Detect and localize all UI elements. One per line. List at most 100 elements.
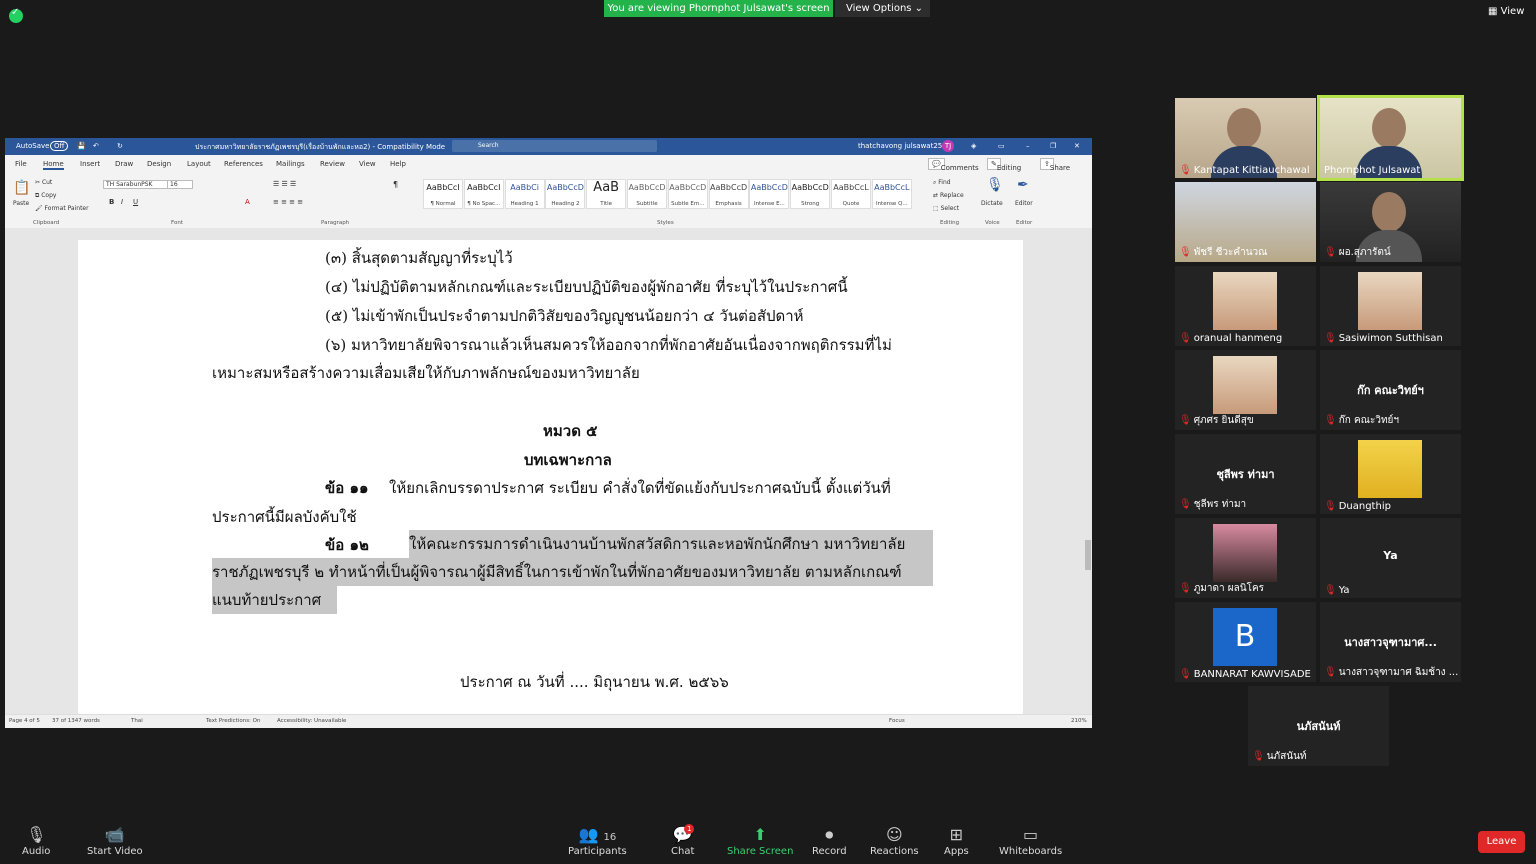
participant-tile[interactable]: 🎙 oranual hanmeng: [1175, 266, 1316, 346]
start-video-button[interactable]: 📹 Start Video: [87, 824, 143, 857]
participant-tile[interactable]: นางสาวจุฑามาศ... 🎙 นางสาวจุฑามาศ ฉิมช้าง .…: [1320, 602, 1461, 682]
participant-tile[interactable]: นภัสนันท์ 🎙 นภัสนันท์: [1248, 686, 1389, 766]
page-count[interactable]: Page 4 of 5: [9, 718, 40, 724]
view-button[interactable]: ▦ View: [1488, 6, 1524, 17]
language[interactable]: Thai: [131, 718, 143, 724]
participant-tile[interactable]: Phornphot Julsawat: [1317, 95, 1464, 181]
style-1[interactable]: AaBbCcI ¶ No Spac...: [463, 179, 504, 209]
close-icon[interactable]: ✕: [1074, 142, 1080, 150]
style-8[interactable]: AaBbCcD Intense E...: [749, 179, 790, 209]
user-avatar[interactable]: TJ: [942, 140, 954, 152]
share-button[interactable]: ⇪ Share: [1040, 158, 1070, 172]
ribbon-display-icon[interactable]: ▭: [998, 142, 1005, 150]
focus-button[interactable]: Focus: [889, 718, 905, 724]
participant-tile[interactable]: B 🎙 BANNARAT KAWVISADE: [1175, 602, 1316, 682]
tab-layout[interactable]: Layout: [187, 160, 211, 168]
undo-icon[interactable]: ↶: [93, 142, 99, 150]
record-button[interactable]: ⏺ Record: [812, 824, 847, 857]
participant-tile[interactable]: ก๊ก คณะวิทย์ฯ 🎙 ก๊ก คณะวิทย์ฯ: [1320, 350, 1461, 430]
microphone-icon[interactable]: 🎙: [986, 177, 1004, 193]
select-button[interactable]: ⬚ Select: [933, 205, 959, 212]
editor-pen-icon[interactable]: ✒: [1017, 177, 1029, 193]
participant-tile[interactable]: 🎙 ภูมาดา ผลนิโคร: [1175, 518, 1316, 598]
find-button[interactable]: ⌕ Find: [933, 179, 951, 187]
participant-tile[interactable]: 🎙 พัชรี ชีวะคำนวณ: [1175, 182, 1316, 262]
tab-insert[interactable]: Insert: [80, 160, 100, 168]
leave-button[interactable]: Leave: [1478, 831, 1525, 853]
dictate-label[interactable]: Dictate: [981, 200, 1003, 207]
audio-button[interactable]: 🎙 Audio: [22, 824, 50, 857]
tab-design[interactable]: Design: [147, 160, 171, 168]
style-4[interactable]: AaB Title: [586, 179, 627, 209]
scrollbar-thumb[interactable]: [1085, 540, 1091, 570]
view-options-button[interactable]: View Options ⌄: [835, 0, 930, 17]
bold-button[interactable]: B: [109, 198, 114, 206]
tab-mailings[interactable]: Mailings: [276, 160, 305, 168]
style-0[interactable]: AaBbCcI ¶ Normal: [423, 179, 463, 209]
font-color-button[interactable]: A: [245, 198, 250, 206]
text-predictions[interactable]: Text Predictions: On: [206, 718, 260, 724]
clause-12-line2-selected[interactable]: ราชภัฏเพชรบุรี ๒ ทำหน้าที่เป็นผู้พิจารณา…: [212, 558, 933, 586]
autosave-toggle[interactable]: Off: [50, 141, 69, 151]
style-10[interactable]: AaBbCcL Quote: [831, 179, 871, 209]
comments-label: Comments: [940, 164, 979, 172]
tab-review[interactable]: Review: [320, 160, 345, 168]
clause-12-line3-selected[interactable]: แนบท้ายประกาศ: [212, 586, 337, 614]
tab-file[interactable]: File: [15, 160, 27, 168]
align-icons[interactable]: ≡ ≡ ≡ ≡: [273, 198, 303, 206]
save-icon[interactable]: 💾: [77, 142, 86, 150]
redo-icon[interactable]: ↻: [117, 142, 123, 150]
participant-tile[interactable]: 🎙 ผอ.สุภารัตน์: [1320, 182, 1461, 262]
style-5[interactable]: AaBbCcD Subtitle: [627, 179, 667, 209]
tab-view[interactable]: View: [359, 160, 376, 168]
pilcrow-icon[interactable]: ¶: [393, 180, 398, 189]
share-screen-button[interactable]: ⬆ Share Screen: [727, 824, 793, 857]
comments-button[interactable]: 💬 Comments: [928, 158, 979, 172]
underline-button[interactable]: U: [133, 198, 138, 206]
style-2[interactable]: AaBbCi Heading 1: [504, 179, 545, 209]
format-painter-button[interactable]: 🖌 Format Painter: [35, 205, 89, 212]
apps-button[interactable]: ⊞ Apps: [944, 824, 969, 857]
style-9[interactable]: AaBbCcD Strong: [790, 179, 831, 209]
restore-icon[interactable]: ❐: [1050, 142, 1056, 150]
cut-button[interactable]: ✂ Cut: [35, 179, 52, 186]
italic-button[interactable]: I: [121, 198, 123, 206]
participant-tile[interactable]: ชุลีพร ท่ามา 🎙 ชุลีพร ท่ามา: [1175, 434, 1316, 514]
style-6[interactable]: AaBbCcD Subtle Em...: [667, 179, 708, 209]
document-page[interactable]: (๓) สิ้นสุดตามสัญญาที่ระบุไว้ (๔) ไม่ปฏิ…: [78, 240, 1023, 714]
font-size-select[interactable]: 16: [167, 180, 193, 189]
vertical-scrollbar[interactable]: [1083, 240, 1092, 714]
accessibility-status[interactable]: Accessibility: Unavailable: [277, 718, 346, 724]
participant-tile[interactable]: 🎙 Sasiwimon Sutthisan: [1320, 266, 1461, 346]
bullets-icon[interactable]: ☰ ☰ ☰: [273, 180, 296, 188]
tab-help[interactable]: Help: [390, 160, 406, 168]
participant-tile[interactable]: Ya 🎙 Ya: [1320, 518, 1461, 598]
style-3[interactable]: AaBbCcD Heading 2: [545, 179, 586, 209]
word-count[interactable]: 37 of 1347 words: [52, 718, 100, 724]
style-11[interactable]: AaBbCcL Intense Q...: [871, 179, 912, 209]
paste-label[interactable]: Paste: [13, 200, 29, 207]
participant-tile[interactable]: 🎙 Duangthip: [1320, 434, 1461, 514]
word-search-box[interactable]: Search: [452, 140, 657, 152]
tab-references[interactable]: References: [224, 160, 263, 168]
clause-12-text-selected[interactable]: ให้คณะกรรมการดำเนินงานบ้านพักสวัสดิการแล…: [409, 530, 933, 558]
whiteboards-button[interactable]: ▭ Whiteboards: [999, 824, 1062, 857]
reactions-button[interactable]: ☺ Reactions: [870, 824, 919, 857]
tab-draw[interactable]: Draw: [115, 160, 133, 168]
replace-button[interactable]: ⇄ Replace: [933, 192, 964, 199]
horizontal-ruler[interactable]: [5, 228, 1092, 240]
tab-home[interactable]: Home: [43, 160, 64, 170]
font-name-select[interactable]: TH SarabunPSK: [103, 180, 169, 189]
diamond-icon[interactable]: ◈: [971, 142, 976, 150]
editing-mode-button[interactable]: ✎ Editing: [987, 158, 1021, 172]
zoom-level[interactable]: 210%: [1071, 718, 1087, 724]
style-7[interactable]: AaBbCcD Emphasis: [708, 179, 749, 209]
editor-label[interactable]: Editor: [1015, 200, 1033, 207]
minimize-icon[interactable]: –: [1026, 142, 1030, 150]
participants-button[interactable]: 👥 16 Participants: [568, 824, 627, 857]
participant-tile[interactable]: 🎙 ศุภศร ยินดีสุข: [1175, 350, 1316, 430]
paste-icon[interactable]: 📋: [13, 180, 30, 196]
copy-button[interactable]: ⧉ Copy: [35, 192, 56, 200]
participant-tile[interactable]: 🎙 Kantapat Kittiauchawal: [1175, 98, 1316, 178]
security-shield-icon[interactable]: [9, 7, 23, 23]
